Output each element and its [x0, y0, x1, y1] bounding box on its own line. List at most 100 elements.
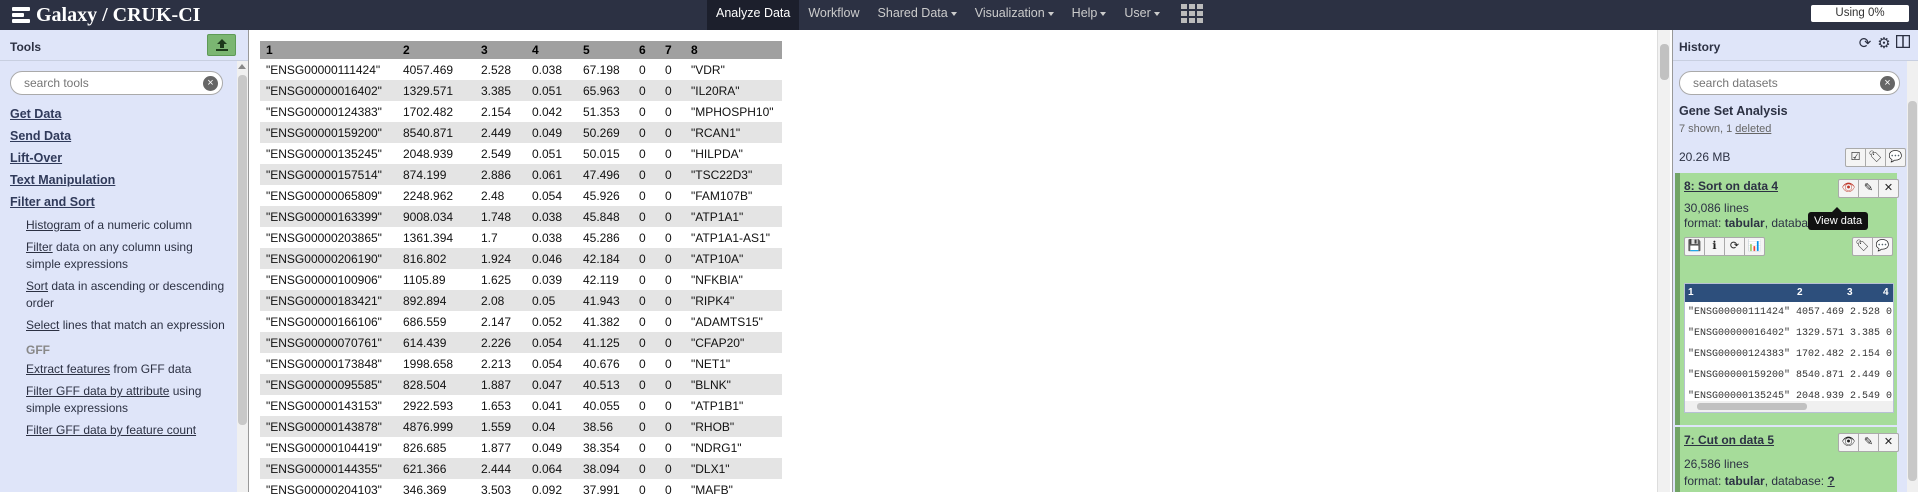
table-cell: "ENSG00000183421" [260, 290, 397, 311]
tool-section-get-data[interactable]: Get Data [10, 103, 238, 125]
table-cell: 0.049 [532, 440, 563, 455]
scrollbar-thumb[interactable] [1697, 403, 1807, 410]
table-cell: 0.052 [532, 314, 563, 329]
view-data-button[interactable]: 👁 [1838, 433, 1859, 452]
table-cell: 0.04 [526, 416, 577, 437]
tags-button[interactable]: 🏷 [1865, 148, 1886, 167]
tool-search: × [10, 71, 223, 95]
quota-meter[interactable]: Using 0% [1811, 5, 1909, 22]
table-cell: 42.119 [583, 272, 619, 287]
scrollbar-thumb[interactable] [1908, 101, 1917, 481]
tool-section-text-manipulation[interactable]: Text Manipulation [10, 169, 238, 191]
history-scrollbar[interactable] [1907, 61, 1918, 492]
download-button[interactable]: 💾 [1684, 237, 1705, 256]
format-value: tabular [1724, 474, 1765, 488]
tool-link[interactable]: Extract features [26, 362, 110, 376]
columns-icon[interactable] [1894, 34, 1912, 53]
tool-link[interactable]: Sort [26, 279, 48, 293]
table-cell: 65.963 [577, 80, 633, 101]
edit-button[interactable]: ✎ [1858, 179, 1879, 198]
dataset-item-7: 7: Cut on data 5 👁 ✎ ✕ 26,586 lines form… [1675, 427, 1899, 492]
table-cell: 826.685 [403, 440, 447, 455]
table-row: "ENSG00000183421" 892.894 2.08 0.05 41.943 0 0… [260, 290, 782, 311]
table-cell: 0 [639, 104, 646, 119]
center-scrollbar[interactable] [1657, 30, 1670, 492]
table-cell: 0 [665, 62, 672, 77]
grid-icon[interactable] [1181, 4, 1203, 23]
tool-panel-scrollbar[interactable] [237, 61, 248, 492]
table-cell: "TSC22D3" [685, 164, 782, 185]
eye-icon: 👁 [1841, 436, 1856, 448]
table-cell: 2.08 [475, 290, 526, 311]
table-cell: 0 [665, 314, 672, 329]
table-row: "ENSG00000070761" 614.439 2.226 0.054 41.125… [260, 332, 782, 353]
refresh-icon[interactable]: ⟳ [1856, 35, 1874, 53]
table-header-row: 12345678 [260, 41, 782, 59]
table-row: "ENSG00000124383" 1702.482 2.154 0.042 51.35… [260, 101, 782, 122]
table-cell: 38.094 [577, 458, 633, 479]
annotation-button[interactable]: 💬 [1872, 237, 1893, 256]
view-data-button[interactable]: 👁 [1838, 179, 1859, 198]
annotation-button[interactable]: 💬 [1885, 148, 1906, 167]
tool-link[interactable]: Select [26, 318, 59, 332]
info-button[interactable]: ℹ [1704, 237, 1725, 256]
table-cell: 614.439 [397, 332, 475, 353]
nav-workflow[interactable]: Workflow [799, 0, 868, 30]
tool-description: of a numeric column [80, 218, 193, 232]
visualize-button[interactable]: 📊 [1744, 237, 1765, 256]
scrollbar-thumb[interactable] [1660, 44, 1669, 80]
table-cell: 0 [633, 164, 659, 185]
scrollbar-thumb[interactable] [238, 75, 247, 425]
nav-label: Shared Data [877, 6, 948, 20]
peek-scrollbar[interactable] [1685, 401, 1893, 412]
table-cell: 2.147 [481, 314, 512, 329]
edit-button[interactable]: ✎ [1858, 433, 1879, 452]
upload-button[interactable] [207, 34, 236, 56]
history-name[interactable]: Gene Set Analysis [1679, 104, 1788, 118]
deleted-link[interactable]: deleted [1735, 123, 1771, 135]
nav-analyze-data[interactable]: Analyze Data [707, 0, 800, 30]
table-cell: 0 [633, 122, 659, 143]
clear-search-icon[interactable]: × [203, 76, 218, 91]
tool-section-send-data[interactable]: Send Data [10, 125, 238, 147]
table-cell: 0 [633, 290, 659, 311]
table-cell: "ENSG00000166106" [266, 314, 382, 329]
tool-link[interactable]: Filter GFF data by feature count [26, 423, 196, 437]
tool-search-input[interactable] [24, 76, 199, 90]
tags-icon: 🏷 [1868, 151, 1883, 163]
tool-section-filter-and-sort[interactable]: Filter and Sort [10, 191, 238, 213]
delete-button[interactable]: ✕ [1878, 179, 1899, 198]
scroll-up-icon[interactable] [238, 64, 246, 69]
tool-link[interactable]: Filter [26, 240, 53, 254]
database-link[interactable]: ? [1827, 474, 1834, 488]
tool-section-lift-over[interactable]: Lift-Over [10, 147, 238, 169]
select-items-button[interactable]: ☑ [1845, 148, 1866, 167]
nav-user[interactable]: User [1115, 0, 1168, 30]
nav-help[interactable]: Help [1063, 0, 1116, 30]
tags-button[interactable]: 🏷 [1852, 237, 1873, 256]
table-cell: 0 [639, 188, 646, 203]
tool-link[interactable]: Filter GFF data by attribute [26, 384, 169, 398]
galaxy-logo-icon [10, 4, 32, 26]
tool-link[interactable]: Histogram [26, 218, 81, 232]
rerun-button[interactable]: ⟳ [1724, 237, 1745, 256]
clear-search-icon[interactable]: × [1880, 76, 1895, 91]
brand[interactable]: Galaxy / CRUK-CI [10, 3, 200, 27]
nav-shared-data[interactable]: Shared Data [869, 0, 966, 30]
nav-visualization[interactable]: Visualization [966, 0, 1063, 30]
brand-title: Galaxy / CRUK-CI [36, 3, 201, 26]
history-search-input[interactable] [1693, 76, 1873, 90]
dataset-actions: 👁 ✎ ✕ [1838, 179, 1899, 198]
dataset-title[interactable]: 8: Sort on data 4 [1684, 179, 1778, 193]
dataset-lines: 30,086 lines [1684, 201, 1749, 215]
gear-icon[interactable]: ⚙ [1875, 35, 1893, 53]
close-icon: ✕ [1883, 436, 1894, 448]
table-cell: 0.038 [532, 230, 563, 245]
delete-button[interactable]: ✕ [1878, 433, 1899, 452]
table-cell: "ENSG00000016402" [260, 80, 397, 101]
table-cell: "ENSG00000157514" [260, 164, 397, 185]
table-cell: 0 [633, 206, 659, 227]
dataset-title[interactable]: 7: Cut on data 5 [1684, 433, 1774, 447]
table-cell: 0 [659, 374, 685, 395]
dataset-format: format: tabular, database: ? [1684, 474, 1835, 488]
